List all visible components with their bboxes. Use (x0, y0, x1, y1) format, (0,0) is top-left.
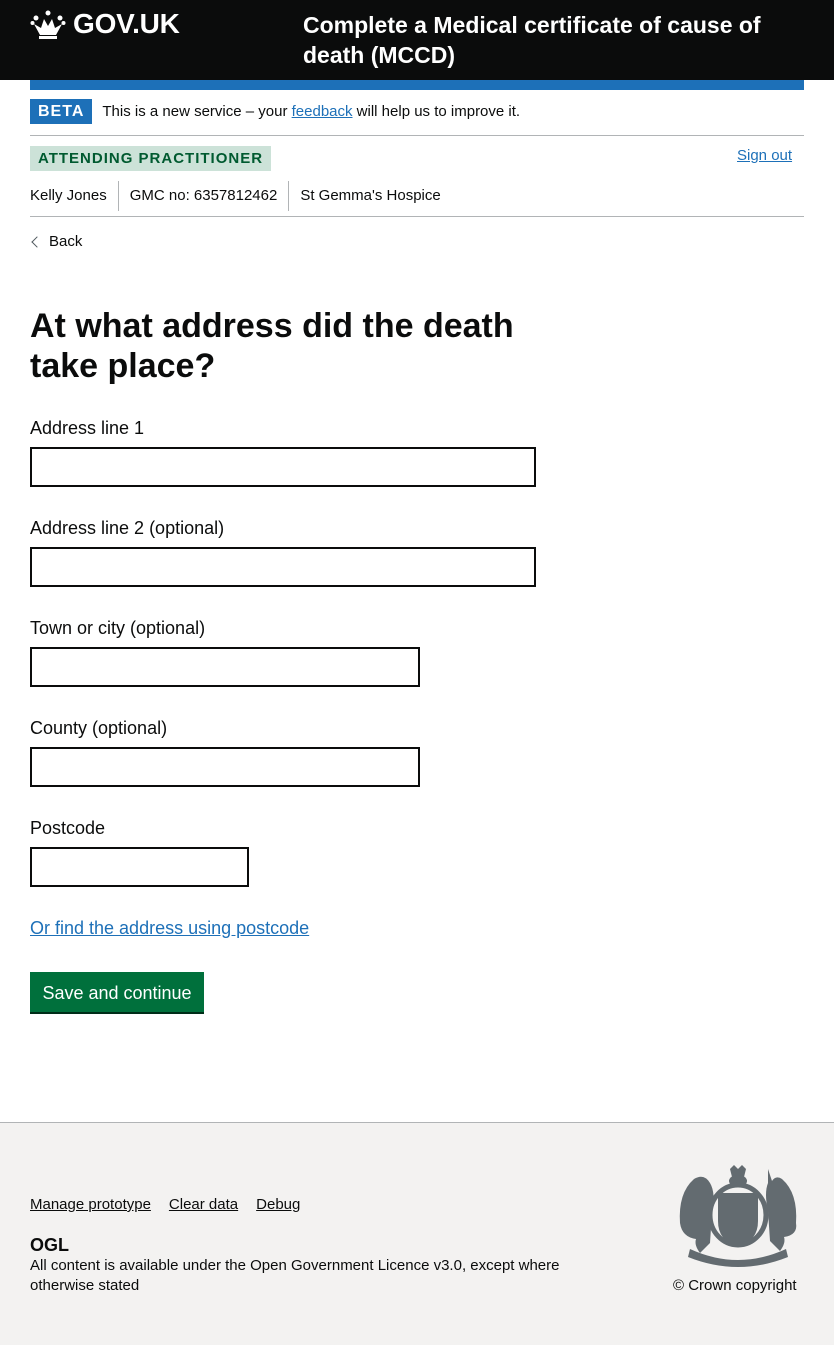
find-address-by-postcode-link[interactable]: Or find the address using postcode (30, 918, 309, 939)
divider (30, 216, 804, 217)
sign-out-link[interactable]: Sign out (737, 147, 792, 164)
user-name: Kelly Jones (30, 181, 119, 211)
back-link[interactable]: Back (30, 233, 82, 250)
beta-tag: BETA (30, 99, 93, 124)
organisation-name: St Gemma's Hospice (300, 187, 441, 204)
town-label: Town or city (optional) (30, 618, 206, 638)
gmc-number: GMC no: 6357812462 (119, 181, 290, 211)
crown-icon (30, 10, 66, 39)
service-name[interactable]: Complete a Medical certificate of cause … (303, 10, 803, 70)
save-and-continue-button[interactable]: Save and continue (30, 972, 204, 1012)
ogl-logo-text: OGL (30, 1236, 69, 1253)
divider (30, 135, 804, 136)
licence-link[interactable]: Open Government Licence v3.0 (250, 1257, 462, 1274)
crown-copyright-link[interactable]: © Crown copyright (673, 1277, 797, 1294)
page-title: At what address did the death take place… (30, 307, 514, 385)
beta-text-after: will help us to improve it. (352, 103, 521, 120)
postcode-input[interactable] (30, 847, 249, 887)
beta-text: This is a new service – your feedback wi… (102, 103, 520, 120)
header-blue-bar (30, 80, 804, 90)
footer: Manage prototype Clear data Debug OGL Al… (0, 1122, 834, 1345)
address-line-1-label: Address line 1 (30, 418, 145, 438)
county-label: County (optional) (30, 718, 168, 738)
govuk-header: GOV.UK Complete a Medical certificate of… (0, 0, 834, 80)
chevron-left-icon (31, 235, 43, 248)
govuk-logo-text: GOV.UK (73, 8, 180, 39)
footer-links: Manage prototype Clear data Debug (30, 1196, 318, 1213)
manage-prototype-link[interactable]: Manage prototype (30, 1196, 151, 1213)
phase-banner: BETA This is a new service – your feedba… (30, 99, 520, 124)
clear-data-link[interactable]: Clear data (169, 1196, 238, 1213)
address-line-1-input[interactable] (30, 447, 536, 487)
back-link-label[interactable]: Back (49, 233, 82, 250)
postcode-label: Postcode (30, 818, 106, 838)
town-input[interactable] (30, 647, 420, 687)
licence-text: All content is available under the Open … (30, 1256, 590, 1296)
feedback-link[interactable]: feedback (292, 103, 353, 120)
address-line-2-input[interactable] (30, 547, 536, 587)
royal-coat-of-arms-icon (679, 1165, 797, 1267)
govuk-logo-link[interactable]: GOV.UK (30, 8, 180, 40)
ogl-logo-icon: OGL (30, 1236, 69, 1253)
role-tag: ATTENDING PRACTITIONER (30, 146, 272, 171)
address-line-2-label: Address line 2 (optional) (30, 518, 225, 538)
licence-text-before: All content is available under the (30, 1257, 251, 1274)
user-details: Kelly Jones GMC no: 6357812462 St Gemma'… (30, 181, 452, 211)
debug-link[interactable]: Debug (256, 1196, 300, 1213)
beta-text-before: This is a new service – your (102, 103, 292, 120)
county-input[interactable] (30, 747, 420, 787)
